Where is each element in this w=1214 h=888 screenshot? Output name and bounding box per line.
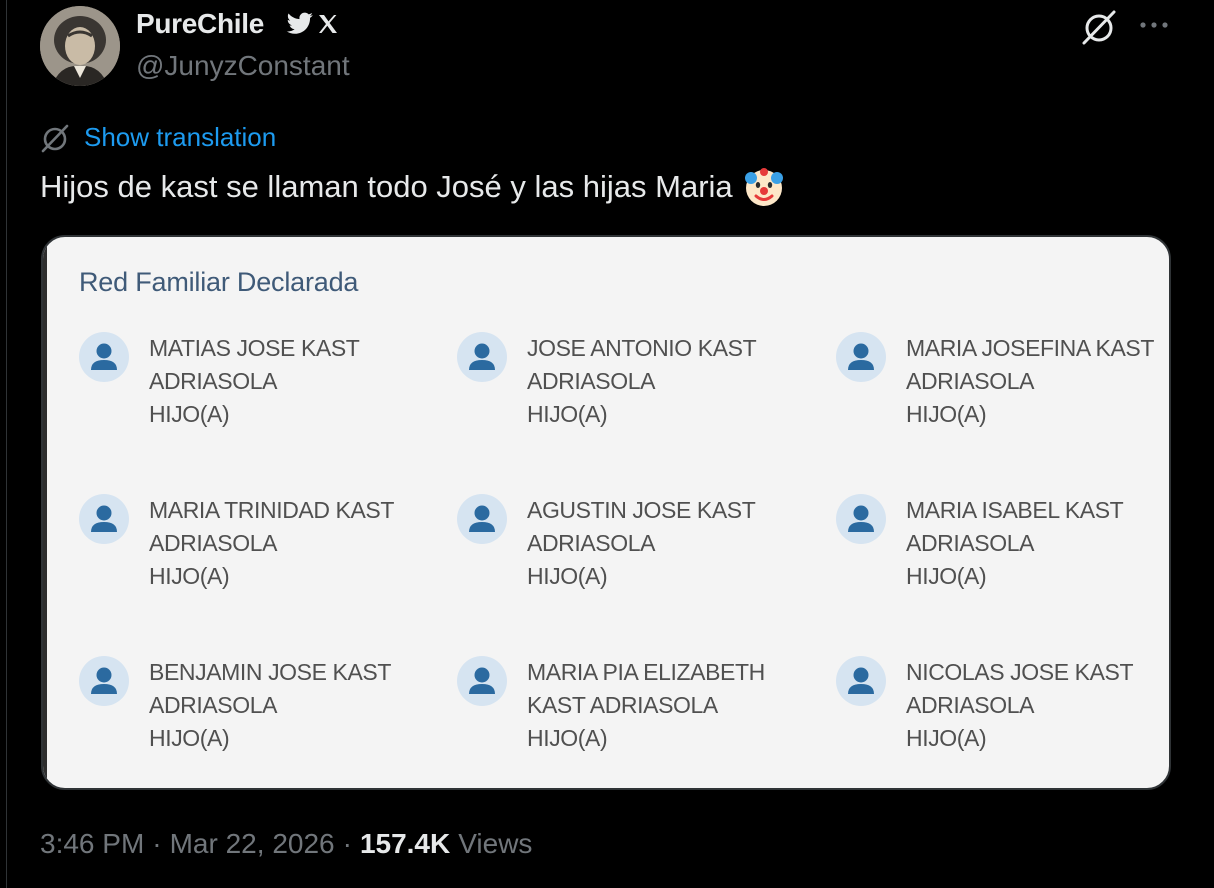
separator: · — [152, 828, 162, 859]
x-logo-icon — [319, 15, 337, 33]
member-role: HIJO(A) — [149, 401, 230, 427]
grok-icon — [1082, 10, 1116, 45]
avatar[interactable] — [40, 6, 120, 86]
member-role: HIJO(A) — [906, 401, 987, 427]
separator: · — [342, 828, 352, 859]
tweet-text-body: Hijos de kast se llaman todo José y las … — [40, 169, 733, 204]
person-icon — [836, 656, 886, 706]
family-member: MARIA PIA ELIZABETH KAST ADRIASOLA HIJO(A) — [457, 656, 817, 766]
member-role: HIJO(A) — [906, 725, 987, 751]
family-member: MATIAS JOSE KAST ADRIASOLA HIJO(A) — [79, 332, 439, 442]
tweet-meta: 3:46 PM · Mar 22, 2026 · 157.4K Views — [40, 828, 532, 860]
divider — [6, 0, 7, 888]
family-member: MARIA TRINIDAD KAST ADRIASOLA HIJO(A) — [79, 494, 439, 604]
clown-face-icon — [744, 168, 783, 206]
member-name-line2: KAST ADRIASOLA — [527, 692, 718, 718]
member-role: HIJO(A) — [149, 563, 230, 589]
family-member: MARIA JOSEFINA KAST ADRIASOLA HIJO(A) — [836, 332, 1169, 442]
more-icon — [1140, 22, 1168, 28]
display-name[interactable]: PureChile — [136, 8, 264, 40]
person-icon — [79, 494, 129, 544]
show-translation-label[interactable]: Show translation — [84, 122, 276, 153]
views-label: Views — [458, 828, 533, 859]
family-member: JOSE ANTONIO KAST ADRIASOLA HIJO(A) — [457, 332, 817, 442]
member-name-line1: NICOLAS JOSE KAST — [906, 659, 1134, 685]
person-icon — [79, 332, 129, 382]
member-name-line1: MARIA TRINIDAD KAST — [149, 497, 395, 523]
tweet-time[interactable]: 3:46 PM — [40, 828, 144, 860]
member-name-line2: ADRIASOLA — [149, 530, 278, 556]
family-member: NICOLAS JOSE KAST ADRIASOLA HIJO(A) — [836, 656, 1169, 766]
person-icon — [836, 332, 886, 382]
member-name-line2: ADRIASOLA — [906, 692, 1035, 718]
member-name-line2: ADRIASOLA — [149, 368, 278, 394]
member-name-line1: MARIA ISABEL KAST — [906, 497, 1124, 523]
member-role: HIJO(A) — [527, 725, 608, 751]
member-name-line2: ADRIASOLA — [527, 368, 656, 394]
person-icon — [457, 332, 507, 382]
member-role: HIJO(A) — [906, 563, 987, 589]
member-name-line1: MARIA JOSEFINA KAST — [906, 335, 1155, 361]
badges — [286, 12, 340, 36]
person-icon — [836, 494, 886, 544]
avatar-portrait-icon — [40, 6, 120, 86]
tweet-text: Hijos de kast se llaman todo José y las … — [40, 166, 785, 208]
member-name-line2: ADRIASOLA — [149, 692, 278, 718]
member-role: HIJO(A) — [527, 401, 608, 427]
tweet-date[interactable]: Mar 22, 2026 — [170, 828, 335, 860]
family-member: MARIA ISABEL KAST ADRIASOLA HIJO(A) — [836, 494, 1169, 604]
person-icon — [457, 656, 507, 706]
family-member: BENJAMIN JOSE KAST ADRIASOLA HIJO(A) — [79, 656, 439, 766]
media-image[interactable]: Red Familiar Declarada MATIAS JOSE KAST A… — [41, 235, 1171, 790]
more-options-button[interactable] — [1134, 8, 1174, 38]
member-role: HIJO(A) — [527, 563, 608, 589]
card-title: Red Familiar Declarada — [79, 267, 359, 297]
bird-icon — [286, 12, 313, 34]
show-translation-link[interactable]: Show translation — [40, 122, 276, 153]
tweet[interactable]: PureChile @JunyzConstant Show translatio… — [0, 0, 1214, 888]
grok-icon — [41, 124, 69, 152]
member-name-line1: JOSE ANTONIO KAST — [527, 335, 757, 361]
family-member: AGUSTIN JOSE KAST ADRIASOLA HIJO(A) — [457, 494, 817, 604]
grok-button[interactable] — [1080, 8, 1118, 46]
member-name-line1: AGUSTIN JOSE KAST — [527, 497, 756, 523]
image-edge — [43, 237, 47, 788]
member-role: HIJO(A) — [149, 725, 230, 751]
person-icon — [79, 656, 129, 706]
member-name-line2: ADRIASOLA — [906, 368, 1035, 394]
member-name-line1: MARIA PIA ELIZABETH — [527, 659, 765, 685]
member-name-line1: BENJAMIN JOSE KAST — [149, 659, 392, 685]
member-name-line1: MATIAS JOSE KAST — [149, 335, 360, 361]
handle[interactable]: @JunyzConstant — [136, 50, 350, 82]
member-name-line2: ADRIASOLA — [906, 530, 1035, 556]
person-icon — [457, 494, 507, 544]
member-name-line2: ADRIASOLA — [527, 530, 656, 556]
views-count[interactable]: 157.4K — [360, 828, 450, 860]
